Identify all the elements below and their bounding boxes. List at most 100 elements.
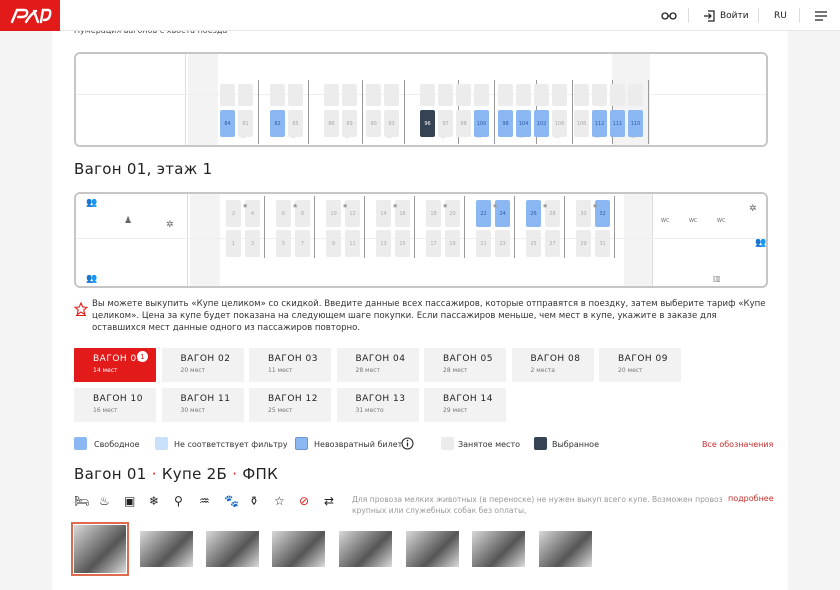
- wagon-tab-3[interactable]: ВАГОН 03 11 мест: [249, 348, 331, 382]
- wagon-tab-5[interactable]: ВАГОН 05 28 мест: [424, 348, 506, 382]
- pet-icon[interactable]: 🐾: [224, 494, 239, 508]
- compartment-wall: [648, 80, 649, 144]
- star-icon: ★: [592, 202, 599, 210]
- seat-102[interactable]: 102: [534, 110, 549, 137]
- seat-90[interactable]: 90: [366, 110, 381, 137]
- aisle-line: [76, 238, 766, 239]
- accessibility-button[interactable]: [661, 0, 677, 31]
- photo-thumbnail[interactable]: [140, 531, 193, 567]
- seat-23[interactable]: 23: [495, 230, 510, 257]
- more-link[interactable]: подробнее: [728, 494, 774, 503]
- seat-26[interactable]: 26: [526, 200, 541, 227]
- seat-93[interactable]: 93: [384, 110, 399, 137]
- selection-badge: 1: [137, 351, 148, 362]
- seat-100[interactable]: 100: [474, 110, 489, 137]
- wagon-seats: 29 мест: [443, 407, 468, 414]
- transfer-icon[interactable]: ⇄: [324, 494, 338, 508]
- seat-2[interactable]: 2: [226, 200, 241, 227]
- language-switch[interactable]: RU: [774, 0, 787, 31]
- photo-thumbnail[interactable]: [539, 531, 592, 567]
- seat-13[interactable]: 13: [376, 230, 391, 257]
- wagon-tab-9[interactable]: ВАГОН 11 30 мест: [161, 388, 244, 422]
- rzd-logo[interactable]: [0, 0, 60, 31]
- seat-31[interactable]: 31: [595, 230, 610, 257]
- dry-closet-icon[interactable]: ♨: [99, 494, 113, 508]
- star-icon: ★: [242, 202, 249, 210]
- signin-button[interactable]: Войти: [703, 0, 749, 31]
- seat-3[interactable]: 3: [245, 230, 260, 257]
- wagon-tab-7[interactable]: ВАГОН 09 20 мест: [599, 348, 681, 382]
- wc-label: WC: [661, 218, 670, 224]
- seat-25[interactable]: 25: [526, 230, 541, 257]
- seat-30[interactable]: 30: [576, 200, 591, 227]
- seat-81[interactable]: 81: [238, 110, 253, 137]
- seat-14[interactable]: 14: [376, 200, 391, 227]
- seat: [238, 84, 253, 106]
- wagon-seats: 28 мест: [355, 367, 381, 374]
- stairs-left: [188, 54, 218, 145]
- star-icon[interactable]: ☆: [274, 494, 288, 508]
- seat-7[interactable]: 7: [295, 230, 310, 257]
- toilet-icon[interactable]: ⚲: [174, 494, 188, 508]
- wagon-tab-12[interactable]: ВАГОН 14 29 мест: [424, 388, 506, 422]
- all-legend-link[interactable]: Все обозначения: [702, 440, 773, 449]
- person-icon: 👥: [86, 198, 98, 208]
- snowflake-icon[interactable]: ❄: [149, 494, 163, 508]
- seat-96[interactable]: 96: [420, 110, 435, 137]
- seat-111[interactable]: 111: [610, 110, 625, 137]
- no-smoking-icon[interactable]: ⊘: [299, 494, 313, 508]
- seat-22[interactable]: 22: [476, 200, 491, 227]
- car-floor-title: Вагон 01, этаж 1: [74, 160, 213, 178]
- seat-98[interactable]: 98: [456, 110, 471, 137]
- hamburger-icon: [815, 10, 827, 21]
- seat-104[interactable]: 104: [516, 110, 531, 137]
- photo-thumbnail[interactable]: [71, 522, 129, 576]
- seat-110[interactable]: 110: [628, 110, 643, 137]
- wagon-name: ВАГОН 04: [355, 354, 406, 364]
- seat-11[interactable]: 11: [345, 230, 360, 257]
- seat-15[interactable]: 15: [395, 230, 410, 257]
- seat-29[interactable]: 29: [576, 230, 591, 257]
- photo-thumbnail[interactable]: [339, 531, 392, 567]
- seat-17[interactable]: 17: [426, 230, 441, 257]
- seat-84[interactable]: 84: [220, 110, 235, 137]
- wagon-tab-11[interactable]: ВАГОН 13 31 место: [336, 388, 419, 422]
- wagon-seats: 30 мест: [180, 407, 206, 414]
- separator-dot: ·: [232, 465, 238, 483]
- seat-97[interactable]: 97: [438, 110, 453, 137]
- wagon-tab-2[interactable]: ВАГОН 02 20 мест: [161, 348, 244, 382]
- photo-thumbnail[interactable]: [472, 531, 525, 567]
- seat-1[interactable]: 1: [226, 230, 241, 257]
- seat-108[interactable]: 108: [552, 110, 567, 137]
- wagon-tab-8[interactable]: ВАГОН 10 16 мест: [74, 388, 156, 422]
- menu-button[interactable]: [815, 0, 827, 31]
- photo-thumbnail[interactable]: [406, 531, 459, 567]
- seat-19[interactable]: 19: [445, 230, 460, 257]
- login-icon: [704, 9, 715, 22]
- shower-icon[interactable]: ♒: [199, 494, 213, 508]
- seat-27[interactable]: 27: [545, 230, 560, 257]
- bio-toilet-icon[interactable]: ⚱: [249, 494, 263, 508]
- seat-10[interactable]: 10: [326, 200, 341, 227]
- seat-98[interactable]: 98: [498, 110, 513, 137]
- seat-106[interactable]: 106: [574, 110, 589, 137]
- seat-5[interactable]: 5: [276, 230, 291, 257]
- tv-icon[interactable]: ▣: [124, 494, 138, 508]
- photo-thumbnail[interactable]: [206, 531, 259, 567]
- seat-6[interactable]: 6: [276, 200, 291, 227]
- wagon-tab-10[interactable]: ВАГОН 12 25 мест: [249, 388, 331, 422]
- seat-86[interactable]: 86: [324, 110, 339, 137]
- photo-thumbnail[interactable]: [272, 531, 325, 567]
- seat-85[interactable]: 85: [288, 110, 303, 137]
- wagon-tab-4[interactable]: ВАГОН 04 28 мест: [336, 348, 419, 382]
- seat-82[interactable]: 82: [270, 110, 285, 137]
- info-icon[interactable]: [401, 437, 414, 450]
- wagon-tab-6[interactable]: ВАГОН 08 2 места: [511, 348, 594, 382]
- seat-89[interactable]: 89: [342, 110, 357, 137]
- seat-18[interactable]: 18: [426, 200, 441, 227]
- seat-9[interactable]: 9: [326, 230, 341, 257]
- seat-21[interactable]: 21: [476, 230, 491, 257]
- wagon-tab-1[interactable]: ВАГОН 01 14 мест 1: [74, 348, 156, 382]
- bed-icon[interactable]: 🛏: [74, 494, 89, 508]
- seat-112[interactable]: 112: [592, 110, 607, 137]
